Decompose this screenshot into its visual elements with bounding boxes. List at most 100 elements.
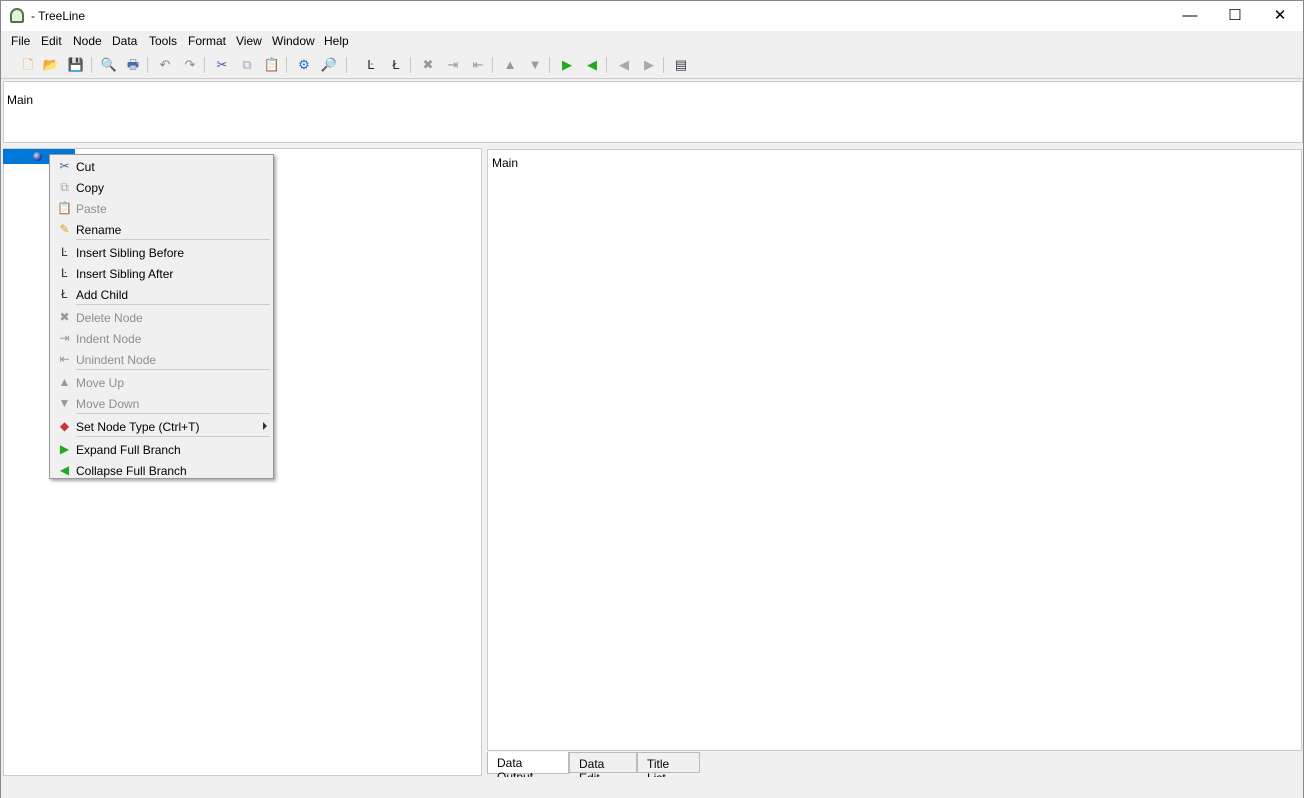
add-child-icon: Ł	[61, 287, 68, 301]
expand-branch-icon[interactable]: ▶	[558, 56, 576, 74]
minimize-button[interactable]: —	[1167, 1, 1213, 31]
delete-node-icon[interactable]: ✖	[419, 56, 437, 74]
tab-title-list[interactable]: Title List	[637, 752, 700, 785]
output-text: Main	[492, 156, 519, 170]
menu-view[interactable]: View	[236, 34, 262, 48]
menu-window[interactable]: Window	[272, 34, 315, 48]
rename-icon: ✎	[59, 222, 70, 236]
breadcrumb-pane: Main	[3, 81, 1303, 143]
redo-icon[interactable]: ↷	[181, 56, 199, 74]
context-item-label: Insert Sibling After	[76, 267, 174, 281]
context-item-rename[interactable]: ✎ Rename	[52, 219, 271, 240]
delete-node-icon: ✖	[59, 310, 70, 324]
show-output-icon[interactable]: ▤	[672, 56, 690, 74]
open-file-icon[interactable]: 📂	[42, 56, 60, 74]
context-item-label: Move Up	[76, 376, 125, 390]
toolbar-separator	[492, 57, 493, 73]
context-item-label: Rename	[76, 223, 122, 237]
save-file-icon[interactable]: 💾	[67, 56, 85, 74]
toolbar-separator	[410, 57, 411, 73]
context-item-label: Move Down	[76, 397, 140, 411]
menu-file[interactable]: File	[11, 34, 30, 48]
collapse-branch-icon[interactable]: ◀	[583, 56, 601, 74]
toolbar-separator	[663, 57, 664, 73]
status-bar	[1, 777, 1303, 798]
menu-node[interactable]: Node	[73, 34, 102, 48]
unindent-node-icon: ⇤	[59, 352, 70, 366]
context-item-label: Indent Node	[76, 332, 142, 346]
context-item-label: Expand Full Branch	[76, 443, 181, 457]
title-bar: - TreeLine — ☐ ✕	[1, 1, 1303, 31]
data-output-view: Main	[487, 149, 1302, 751]
indent-node-icon: ⇥	[59, 331, 70, 345]
context-item-cut[interactable]: ✂ Cut	[52, 156, 271, 177]
maximize-button[interactable]: ☐	[1212, 1, 1258, 31]
context-item-insert-sibling-before[interactable]: Ŀ Insert Sibling Before	[52, 242, 271, 263]
move-down-icon: ▼	[58, 396, 71, 410]
set-node-type-icon: ◆	[59, 419, 70, 433]
context-item-paste[interactable]: 📋 Paste	[52, 198, 271, 219]
add-child-icon[interactable]: Ł	[387, 56, 405, 74]
toolbar-separator	[147, 57, 148, 73]
move-up-icon[interactable]: ▲	[501, 56, 519, 74]
context-menu: ✂ Cut ⧉ Copy 📋 Paste ✎ Rename Ŀ Insert Sibling Be…	[49, 154, 274, 479]
cut-icon[interactable]: ✂	[213, 56, 231, 74]
context-item-indent-node[interactable]: ⇥ Indent Node	[52, 328, 271, 349]
new-file-icon[interactable]: 🗋	[19, 56, 37, 74]
tab-data-output[interactable]: Data Output	[487, 752, 569, 784]
context-item-copy[interactable]: ⧉ Copy	[52, 177, 271, 198]
context-item-add-child[interactable]: Ł Add Child	[52, 284, 271, 305]
menu-bar: File Edit Node Data Tools Format View Window Hel…	[1, 31, 1303, 51]
context-item-label: Copy	[76, 181, 105, 195]
context-item-label: Collapse Full Branch	[76, 464, 187, 478]
insert-sibling-after-icon: Ŀ	[61, 266, 68, 280]
close-button[interactable]: ✕	[1257, 1, 1303, 31]
context-item-label: Paste	[76, 202, 107, 216]
paste-icon[interactable]: 📋	[263, 56, 281, 74]
move-up-icon: ▲	[58, 375, 71, 389]
unindent-node-icon[interactable]: ⇤	[469, 56, 487, 74]
context-item-move-up[interactable]: ▲ Move Up	[52, 372, 271, 393]
context-item-label: Add Child	[76, 288, 129, 302]
indent-node-icon[interactable]: ⇥	[444, 56, 462, 74]
menu-tools[interactable]: Tools	[149, 34, 177, 48]
context-item-insert-sibling-after[interactable]: Ŀ Insert Sibling After	[52, 263, 271, 284]
print-icon[interactable]: 🖶	[124, 56, 142, 74]
menu-help[interactable]: Help	[324, 34, 349, 48]
context-item-delete-node[interactable]: ✖ Delete Node	[52, 307, 271, 328]
context-item-label: Delete Node	[76, 311, 143, 325]
copy-icon: ⧉	[60, 180, 69, 194]
find-icon[interactable]: 🔎	[320, 56, 338, 74]
context-item-move-down[interactable]: ▼ Move Down	[52, 393, 271, 414]
settings-icon[interactable]: ⚙	[295, 56, 313, 74]
toolbar-separator	[286, 57, 287, 73]
collapse-full-branch-icon: ◀	[59, 463, 70, 477]
menu-format[interactable]: Format	[188, 34, 226, 48]
insert-sibling-icon[interactable]: Ŀ	[362, 56, 380, 74]
forward-icon[interactable]: ▶	[640, 56, 658, 74]
toolbar-separator	[91, 57, 92, 73]
context-item-collapse-full-branch[interactable]: ◀ Collapse Full Branch	[52, 460, 271, 481]
node-bullet-icon	[33, 152, 42, 161]
undo-icon[interactable]: ↶	[156, 56, 174, 74]
expand-full-branch-icon: ▶	[59, 442, 70, 456]
copy-icon[interactable]: ⧉	[238, 56, 256, 74]
breadcrumb-text: Main	[7, 93, 34, 107]
menu-edit[interactable]: Edit	[41, 34, 62, 48]
back-icon[interactable]: ◀	[615, 56, 633, 74]
app-logo-icon	[10, 8, 24, 23]
toolbar-separator	[549, 57, 550, 73]
menu-data[interactable]: Data	[112, 34, 137, 48]
move-down-icon[interactable]: ▼	[526, 56, 544, 74]
context-item-label: Unindent Node	[76, 353, 157, 367]
print-preview-icon[interactable]: 🔍	[100, 56, 118, 74]
context-item-unindent-node[interactable]: ⇤ Unindent Node	[52, 349, 271, 370]
toolbar: 🗋 📂 💾 🔍 🖶 ↶ ↷ ✂ ⧉ 📋 ⚙ 🔎 Ŀ Ł ✖ ⇥ ⇤ ▲ ▼ ▶ ◀ ◀ ▶ ▤	[1, 51, 1303, 79]
context-item-expand-full-branch[interactable]: ▶ Expand Full Branch	[52, 439, 271, 460]
tab-data-edit[interactable]: Data Edit	[569, 752, 637, 785]
toolbar-separator	[346, 57, 347, 73]
context-item-label: Set Node Type (Ctrl+T)	[76, 420, 200, 434]
context-item-label: Cut	[76, 160, 95, 174]
window-title: - TreeLine	[31, 9, 86, 23]
context-item-set-node-type[interactable]: ◆ Set Node Type (Ctrl+T)	[52, 416, 271, 437]
